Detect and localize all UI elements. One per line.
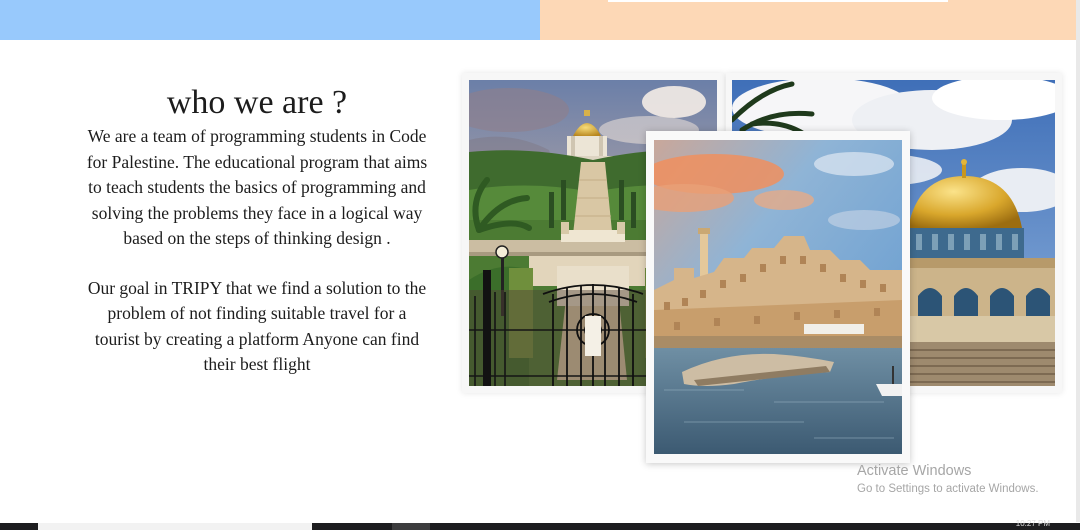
- goal-paragraph: Our goal in TRIPY that we find a solutio…: [87, 277, 427, 375]
- about-page: who we are ? We are a team of programmin…: [0, 0, 1080, 530]
- taskbar-app[interactable]: [392, 523, 430, 530]
- taskbar-app-active[interactable]: [38, 523, 312, 530]
- activate-windows-watermark: Activate Windows Go to Settings to activ…: [857, 462, 1039, 497]
- intro-paragraph: We are a team of programming students in…: [86, 126, 428, 248]
- watermark-subtitle: Go to Settings to activate Windows.: [857, 483, 1039, 495]
- taskbar-clock[interactable]: 10:27 PM: [1016, 519, 1050, 529]
- section-title: who we are ?: [166, 84, 348, 121]
- about-section: who we are ? We are a team of programmin…: [86, 82, 428, 378]
- header-band-left: [0, 0, 540, 40]
- taskbar: 10:27 PM: [0, 519, 1080, 530]
- header-band-right: [540, 0, 1076, 40]
- header-tab-strip: [608, 0, 948, 2]
- page-scrollbar[interactable]: [1076, 0, 1080, 522]
- watermark-title: Activate Windows: [857, 463, 972, 479]
- jaffa-port-photo: [646, 131, 910, 463]
- jaffa-port-image: [654, 140, 902, 454]
